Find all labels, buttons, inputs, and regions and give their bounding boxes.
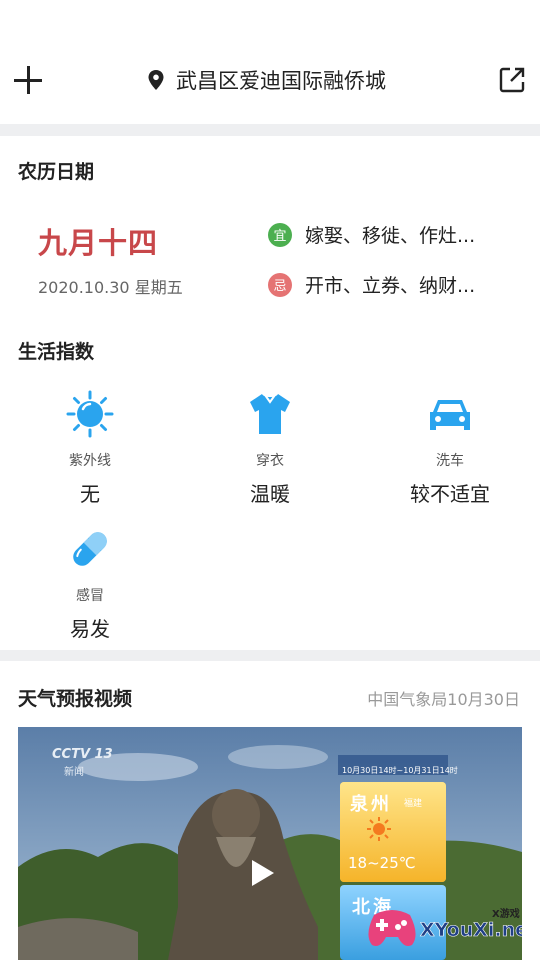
section-divider xyxy=(0,124,540,136)
city-1-name: 泉州 xyxy=(350,794,392,815)
sun-icon xyxy=(66,390,114,438)
video-section-title: 天气预报视频 xyxy=(18,688,133,710)
index-label: 紫外线 xyxy=(69,453,111,469)
yi-badge: 宜 xyxy=(268,222,292,247)
index-value: 较不适宜 xyxy=(410,482,490,506)
yi-text: 嫁娶、移徙、作灶... xyxy=(305,225,476,247)
location-selector[interactable]: 武昌区爱迪国际融侨城 xyxy=(146,62,396,98)
video-source: 中国气象局10月30日 xyxy=(367,690,520,709)
index-label: 感冒 xyxy=(76,588,104,604)
add-city-button[interactable] xyxy=(12,64,44,96)
index-value: 温暖 xyxy=(250,482,290,506)
ji-badge: 忌 xyxy=(268,272,292,297)
index-item-carwash[interactable]: 洗车 较不适宜 xyxy=(360,390,540,507)
sunny-icon xyxy=(367,817,391,841)
pill-icon xyxy=(73,532,107,566)
gamepad-watermark-icon xyxy=(368,910,416,946)
channel-sub: 新闻 xyxy=(64,767,84,778)
index-value: 易发 xyxy=(70,617,110,641)
city-card-1: 泉州 福建 18~25℃ xyxy=(340,782,446,882)
index-label: 穿衣 xyxy=(256,453,284,469)
index-value: 无 xyxy=(80,482,100,506)
watermark-top: X游戏 xyxy=(492,909,520,920)
lunar-date: 九月十四 xyxy=(38,226,159,260)
index-item-uv[interactable]: 紫外线 无 xyxy=(0,390,180,507)
index-item-clothing[interactable]: 穿衣 温暖 xyxy=(180,390,360,507)
auspicious-row[interactable]: 宜 嫁娶、移徙、作灶... xyxy=(268,221,475,248)
play-icon[interactable] xyxy=(252,860,274,886)
ji-text: 开市、立券、纳财... xyxy=(305,275,476,297)
life-index-title: 生活指数 xyxy=(18,341,95,363)
section-divider xyxy=(0,650,540,661)
channel-logo: CCTV 13 xyxy=(52,747,113,762)
share-icon[interactable] xyxy=(498,66,526,94)
weather-video-thumbnail[interactable]: CCTV 13 新闻 10月30日14时~10月31日14时 泉州 福建 18~… xyxy=(18,727,522,960)
city-1-temp: 18~25℃ xyxy=(348,854,416,872)
inauspicious-row[interactable]: 忌 开市、立券、纳财... xyxy=(268,271,475,298)
shirt-icon xyxy=(250,394,290,434)
lunar-section-title: 农历日期 xyxy=(18,161,95,183)
car-icon xyxy=(430,400,470,430)
index-label: 洗车 xyxy=(436,453,464,469)
forecast-date-range: 10月30日14时~10月31日14时 xyxy=(342,766,458,775)
city-1-province: 福建 xyxy=(404,799,423,809)
watermark-text: XYouXi.net xyxy=(420,919,522,942)
location-text: 武昌区爱迪国际融侨城 xyxy=(176,69,386,93)
index-item-cold[interactable]: 感冒 易发 xyxy=(0,525,180,642)
location-pin-icon xyxy=(148,70,164,90)
gregorian-date: 2020.10.30 星期五 xyxy=(38,278,183,297)
top-bar: 武昌区爱迪国际融侨城 xyxy=(0,0,540,124)
